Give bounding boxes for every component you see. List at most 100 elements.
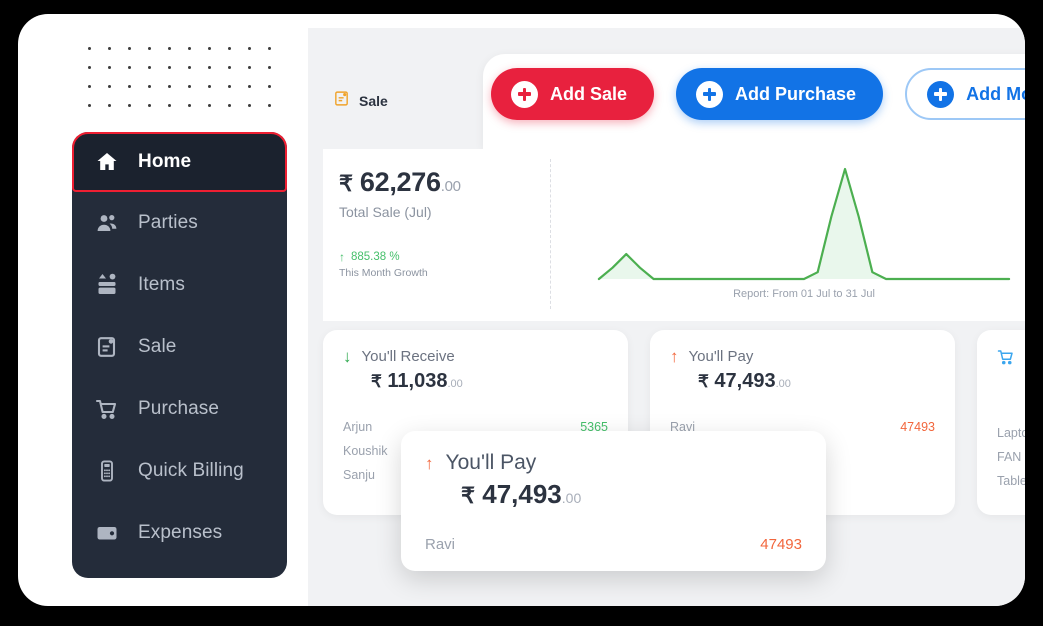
sale-document-icon <box>333 90 350 112</box>
people-icon <box>94 210 120 236</box>
decorative-dot <box>248 66 251 69</box>
decorative-dot <box>188 85 191 88</box>
sidebar: Home Parties Items Sale Purchase Quick Billin… <box>72 132 287 578</box>
currency-symbol: ₹ <box>339 171 353 196</box>
add-sale-label: Add Sale <box>550 83 628 104</box>
arrow-up-icon: ↑ <box>339 250 345 264</box>
device-card: Sale Add Sale Add Purchase Add More <box>18 14 1025 606</box>
decorative-dot <box>168 47 171 50</box>
payable-amount: ₹ 47,493.00 <box>698 370 935 393</box>
cart-icon <box>997 348 1015 371</box>
item-name: Table <box>997 474 1025 488</box>
chart-svg <box>593 161 1015 286</box>
action-bar: Add Sale Add Purchase Add More <box>483 54 1025 149</box>
sidebar-item-label: Sale <box>138 336 177 357</box>
sidebar-item-label: Purchase <box>138 398 220 419</box>
sidebar-item-quick-billing[interactable]: Quick Billing <box>72 440 287 502</box>
decorative-dot <box>268 85 271 88</box>
add-purchase-label: Add Purchase <box>735 83 857 104</box>
item-name: Laptop <box>997 426 1025 440</box>
decorative-dot <box>128 47 131 50</box>
decorative-dot <box>128 104 131 107</box>
popup-amount: ₹ 47,493.00 <box>461 479 802 510</box>
chart-line <box>599 169 1009 279</box>
decorative-dot <box>168 85 171 88</box>
sidebar-item-items[interactable]: Items <box>72 254 287 316</box>
receivable-value: 11,038 <box>387 370 448 392</box>
add-purchase-button[interactable]: Add Purchase <box>676 68 884 120</box>
plus-circle-icon <box>696 80 724 108</box>
add-more-button[interactable]: Add More <box>905 68 1025 120</box>
currency-symbol: ₹ <box>461 483 475 508</box>
decorative-dot <box>108 85 111 88</box>
total-sale-value: 62,276 <box>359 167 441 197</box>
total-sale-caption: Total Sale (Jul) <box>339 204 432 220</box>
popup-title: You'll Pay <box>445 451 537 474</box>
decorative-dot <box>208 66 211 69</box>
decorative-dot <box>228 47 231 50</box>
plus-circle-icon <box>511 80 538 108</box>
home-icon <box>94 149 120 175</box>
sidebar-item-label: Parties <box>138 212 198 233</box>
sidebar-item-parties[interactable]: Parties <box>72 192 287 254</box>
purchase-rows: Laptop FAN Table <box>997 421 1025 493</box>
party-name: Arjun <box>343 420 373 434</box>
decorative-dot <box>148 66 151 69</box>
party-name: Koushik <box>343 444 388 458</box>
sale-document-icon <box>94 334 120 360</box>
list-item[interactable]: Table <box>997 469 1025 493</box>
payable-cents: .00 <box>775 378 791 390</box>
add-more-label: Add More <box>966 83 1025 104</box>
decorative-dot <box>228 104 231 107</box>
decorative-dot <box>208 47 211 50</box>
summary-band: ₹ 62,276.00 Total Sale (Jul) ↑ 885.38 % … <box>323 149 1025 321</box>
sidebar-item-purchase[interactable]: Purchase <box>72 378 287 440</box>
breadcrumb: Sale <box>333 90 388 112</box>
decorative-dot <box>188 66 191 69</box>
decorative-dot <box>148 104 151 107</box>
decorative-dot <box>168 66 171 69</box>
popup-party-amount: 47493 <box>760 536 802 553</box>
sidebar-item-expenses[interactable]: Expenses <box>72 502 287 564</box>
action-button-group: Add Sale Add Purchase Add More <box>491 68 1025 120</box>
decorative-dot <box>108 47 111 50</box>
growth-row: ↑ 885.38 % <box>339 250 461 264</box>
sidebar-item-label: Items <box>138 274 185 295</box>
decorative-dot <box>148 47 151 50</box>
growth-caption: This Month Growth <box>339 267 428 279</box>
wallet-icon <box>94 520 120 546</box>
decorative-dot <box>88 66 91 69</box>
decorative-dot <box>268 66 271 69</box>
sidebar-item-home[interactable]: Home <box>72 132 287 192</box>
decorative-dot <box>128 66 131 69</box>
arrow-down-icon: ↓ <box>343 347 352 366</box>
purchase-card[interactable]: Purchas ₹ 2,67, Laptop FAN <box>977 330 1025 515</box>
decorative-dot <box>188 47 191 50</box>
decorative-dot <box>88 85 91 88</box>
payable-title: You'll Pay <box>688 348 754 365</box>
payable-value: 47,493 <box>714 370 776 392</box>
decorative-dot <box>208 104 211 107</box>
popup-list-item[interactable]: Ravi 47493 <box>425 536 802 553</box>
kpi-block: ₹ 62,276.00 Total Sale (Jul) ↑ 885.38 % … <box>339 167 461 279</box>
decorative-dot <box>88 47 91 50</box>
decorative-dot <box>148 85 151 88</box>
decorative-dot <box>108 66 111 69</box>
decorative-dot <box>168 104 171 107</box>
add-sale-button[interactable]: Add Sale <box>491 68 655 120</box>
chart-caption: Report: From 01 Jul to 31 Jul <box>733 288 875 300</box>
cart-icon <box>94 396 120 422</box>
popup-header: ↑ You'll Pay <box>425 451 802 475</box>
items-box-icon <box>94 272 120 298</box>
plus-circle-icon <box>927 80 955 108</box>
currency-symbol: ₹ <box>371 372 382 391</box>
sidebar-item-label: Expenses <box>138 522 223 543</box>
section-divider <box>550 159 551 309</box>
sidebar-item-label: Home <box>138 151 192 172</box>
receivable-title: You'll Receive <box>361 348 455 365</box>
list-item[interactable]: Laptop <box>997 421 1025 445</box>
payable-detail-popup[interactable]: ↑ You'll Pay ₹ 47,493.00 Ravi 47493 <box>401 431 826 571</box>
sidebar-item-sale[interactable]: Sale <box>72 316 287 378</box>
arrow-up-icon: ↑ <box>425 453 434 473</box>
list-item[interactable]: FAN <box>997 445 1025 469</box>
